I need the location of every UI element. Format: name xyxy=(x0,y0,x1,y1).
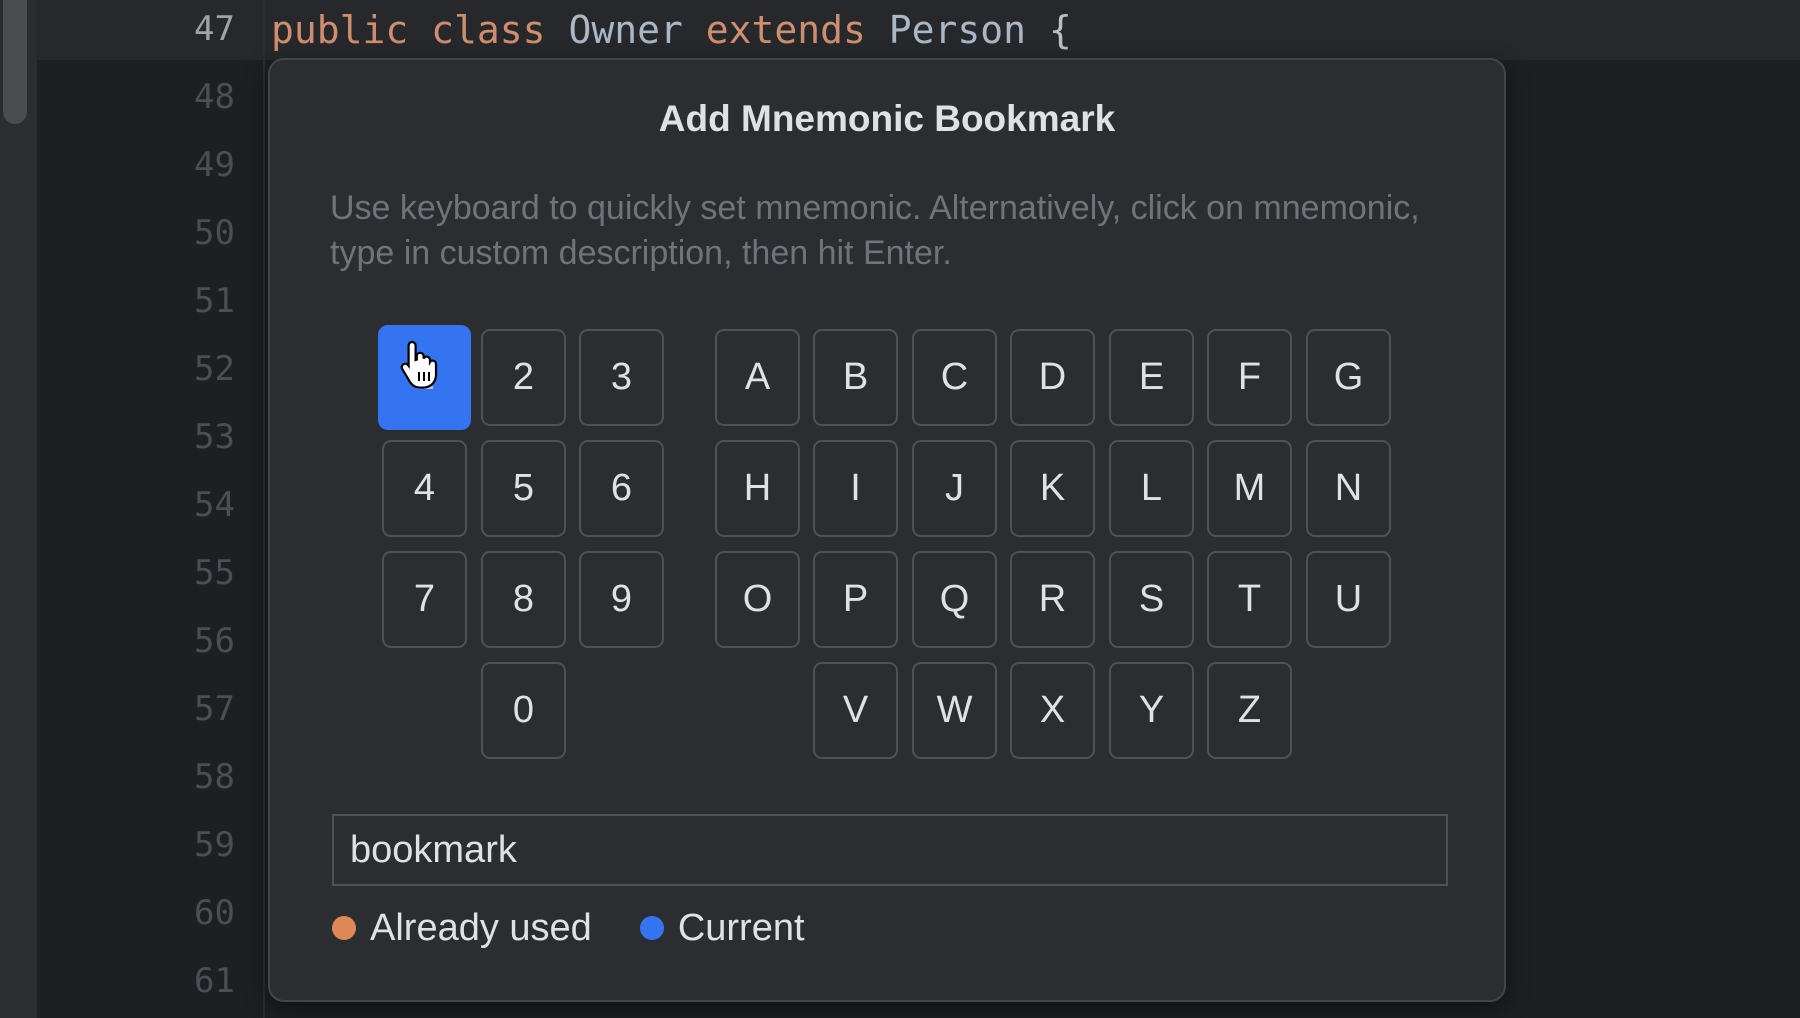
mnemonic-key-3[interactable]: 3 xyxy=(579,329,664,426)
code-token-keyword: public xyxy=(271,8,409,52)
legend: Already used Current xyxy=(332,898,853,958)
line-number[interactable]: 49 xyxy=(37,145,235,185)
code-token-identifier: Owner xyxy=(568,8,683,52)
mnemonic-key-e[interactable]: E xyxy=(1109,329,1194,426)
mnemonic-key-4[interactable]: 4 xyxy=(382,440,467,537)
mnemonic-key-q[interactable]: Q xyxy=(912,551,997,648)
line-number[interactable]: 55 xyxy=(37,553,235,593)
mnemonic-key-h[interactable]: H xyxy=(715,440,800,537)
mnemonic-key-t[interactable]: T xyxy=(1207,551,1292,648)
code-line[interactable]: public class Owner extends Person { xyxy=(271,8,1072,52)
mnemonic-key-8[interactable]: 8 xyxy=(481,551,566,648)
mnemonic-key-w[interactable]: W xyxy=(912,662,997,759)
legend-dot-icon xyxy=(639,916,664,940)
mnemonic-key-p[interactable]: P xyxy=(813,551,898,648)
mnemonic-key-s[interactable]: S xyxy=(1109,551,1194,648)
mnemonic-key-9[interactable]: 9 xyxy=(579,551,664,648)
mnemonic-key-y[interactable]: Y xyxy=(1109,662,1194,759)
popup-description: Use keyboard to quickly set mnemonic. Al… xyxy=(330,189,1420,272)
legend-label: Already used xyxy=(370,906,592,949)
code-token-keyword: class xyxy=(431,8,546,52)
line-number[interactable]: 52 xyxy=(37,349,235,389)
mnemonic-key-x[interactable]: X xyxy=(1010,662,1095,759)
mnemonic-key-2[interactable]: 2 xyxy=(481,329,566,426)
mnemonic-key-r[interactable]: R xyxy=(1010,551,1095,648)
code-token-keyword: extends xyxy=(705,8,866,52)
line-number[interactable]: 53 xyxy=(37,417,235,457)
bookmark-description-input[interactable] xyxy=(332,814,1448,886)
legend-dot-icon xyxy=(332,916,356,940)
mnemonic-key-g[interactable]: G xyxy=(1306,329,1391,426)
line-number[interactable]: 47 xyxy=(37,9,235,49)
mnemonic-key-0[interactable]: 0 xyxy=(481,662,566,759)
line-number[interactable]: 61 xyxy=(37,961,235,1001)
mnemonic-key-6[interactable]: 6 xyxy=(579,440,664,537)
mnemonic-key-u[interactable]: U xyxy=(1306,551,1391,648)
line-number[interactable]: 50 xyxy=(37,213,235,253)
add-mnemonic-bookmark-popup: Add Mnemonic Bookmark Use keyboard to qu… xyxy=(268,58,1506,1002)
left-tool-strip xyxy=(0,0,37,1018)
line-number[interactable]: 54 xyxy=(37,485,235,525)
popup-title: Add Mnemonic Bookmark xyxy=(658,98,1116,139)
line-number[interactable]: 60 xyxy=(37,893,235,933)
legend-label: Current xyxy=(677,906,805,949)
gutter-divider xyxy=(263,0,265,1018)
mnemonic-key-5[interactable]: 5 xyxy=(481,440,566,537)
mnemonic-key-f[interactable]: F xyxy=(1207,329,1292,426)
code-token-identifier: Person xyxy=(888,8,1027,52)
line-number[interactable]: 58 xyxy=(37,757,235,797)
legend-item: Already used xyxy=(332,907,592,950)
code-token-plain: { xyxy=(1026,8,1072,52)
mnemonic-key-a[interactable]: A xyxy=(715,329,800,426)
mnemonic-key-n[interactable]: N xyxy=(1306,440,1391,537)
mnemonic-key-l[interactable]: L xyxy=(1109,440,1194,537)
mnemonic-key-c[interactable]: C xyxy=(912,329,997,426)
line-number[interactable]: 56 xyxy=(37,621,235,661)
legend-item: Current xyxy=(639,906,805,950)
mnemonic-key-k[interactable]: K xyxy=(1010,440,1095,537)
mnemonic-key-o[interactable]: O xyxy=(715,551,800,648)
line-number[interactable]: 59 xyxy=(37,825,235,865)
line-number[interactable]: 48 xyxy=(37,77,235,117)
line-number[interactable]: 57 xyxy=(37,689,235,729)
mnemonic-key-7[interactable]: 7 xyxy=(382,551,467,648)
mnemonic-key-i[interactable]: I xyxy=(813,440,898,537)
mnemonic-key-1[interactable]: 1 xyxy=(378,325,471,430)
mnemonic-key-b[interactable]: B xyxy=(813,329,898,426)
line-number[interactable]: 51 xyxy=(37,281,235,321)
mnemonic-key-v[interactable]: V xyxy=(813,662,898,759)
mnemonic-key-m[interactable]: M xyxy=(1207,440,1292,537)
mnemonic-key-d[interactable]: D xyxy=(1010,329,1095,426)
scrollbar-thumb[interactable] xyxy=(3,0,27,124)
mnemonic-key-z[interactable]: Z xyxy=(1207,662,1292,759)
mnemonic-key-j[interactable]: J xyxy=(912,440,997,537)
